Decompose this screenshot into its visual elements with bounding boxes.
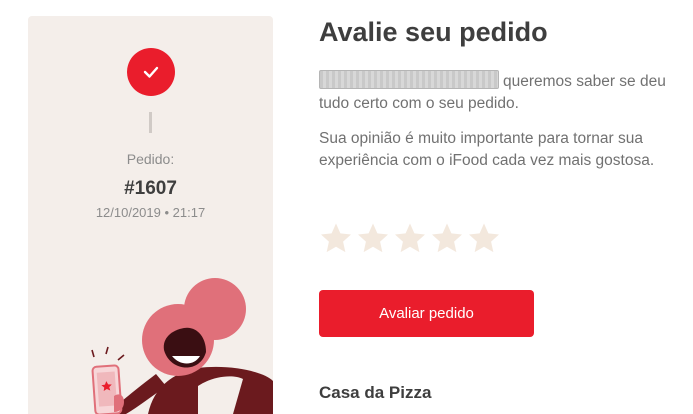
page-title: Avalie seu pedido bbox=[319, 17, 548, 47]
check-icon bbox=[127, 48, 175, 96]
star-icon[interactable] bbox=[356, 221, 390, 255]
person-with-phone-illustration bbox=[91, 278, 273, 414]
star-icon[interactable] bbox=[467, 221, 501, 255]
star-icon[interactable] bbox=[393, 221, 427, 255]
opinion-paragraph: Sua opinião é muito importante para torn… bbox=[319, 130, 655, 169]
order-number: #1607 bbox=[124, 178, 177, 199]
divider-line bbox=[149, 112, 152, 133]
store-name: Casa da Pizza bbox=[319, 383, 432, 402]
rate-order-button[interactable]: Avaliar pedido bbox=[319, 290, 534, 337]
redacted-customer-name bbox=[319, 70, 499, 89]
order-label: Pedido: bbox=[126, 151, 175, 167]
intro-paragraph: queremos saber se deu tudo certo com o s… bbox=[319, 70, 684, 115]
star-icon[interactable] bbox=[430, 221, 464, 255]
star-icon[interactable] bbox=[319, 221, 353, 255]
order-datetime: 12/10/2019 • 21:17 bbox=[95, 205, 206, 220]
star-rating bbox=[319, 221, 501, 255]
order-summary-card: Pedido: #1607 12/10/2019 • 21:17 bbox=[28, 16, 273, 414]
